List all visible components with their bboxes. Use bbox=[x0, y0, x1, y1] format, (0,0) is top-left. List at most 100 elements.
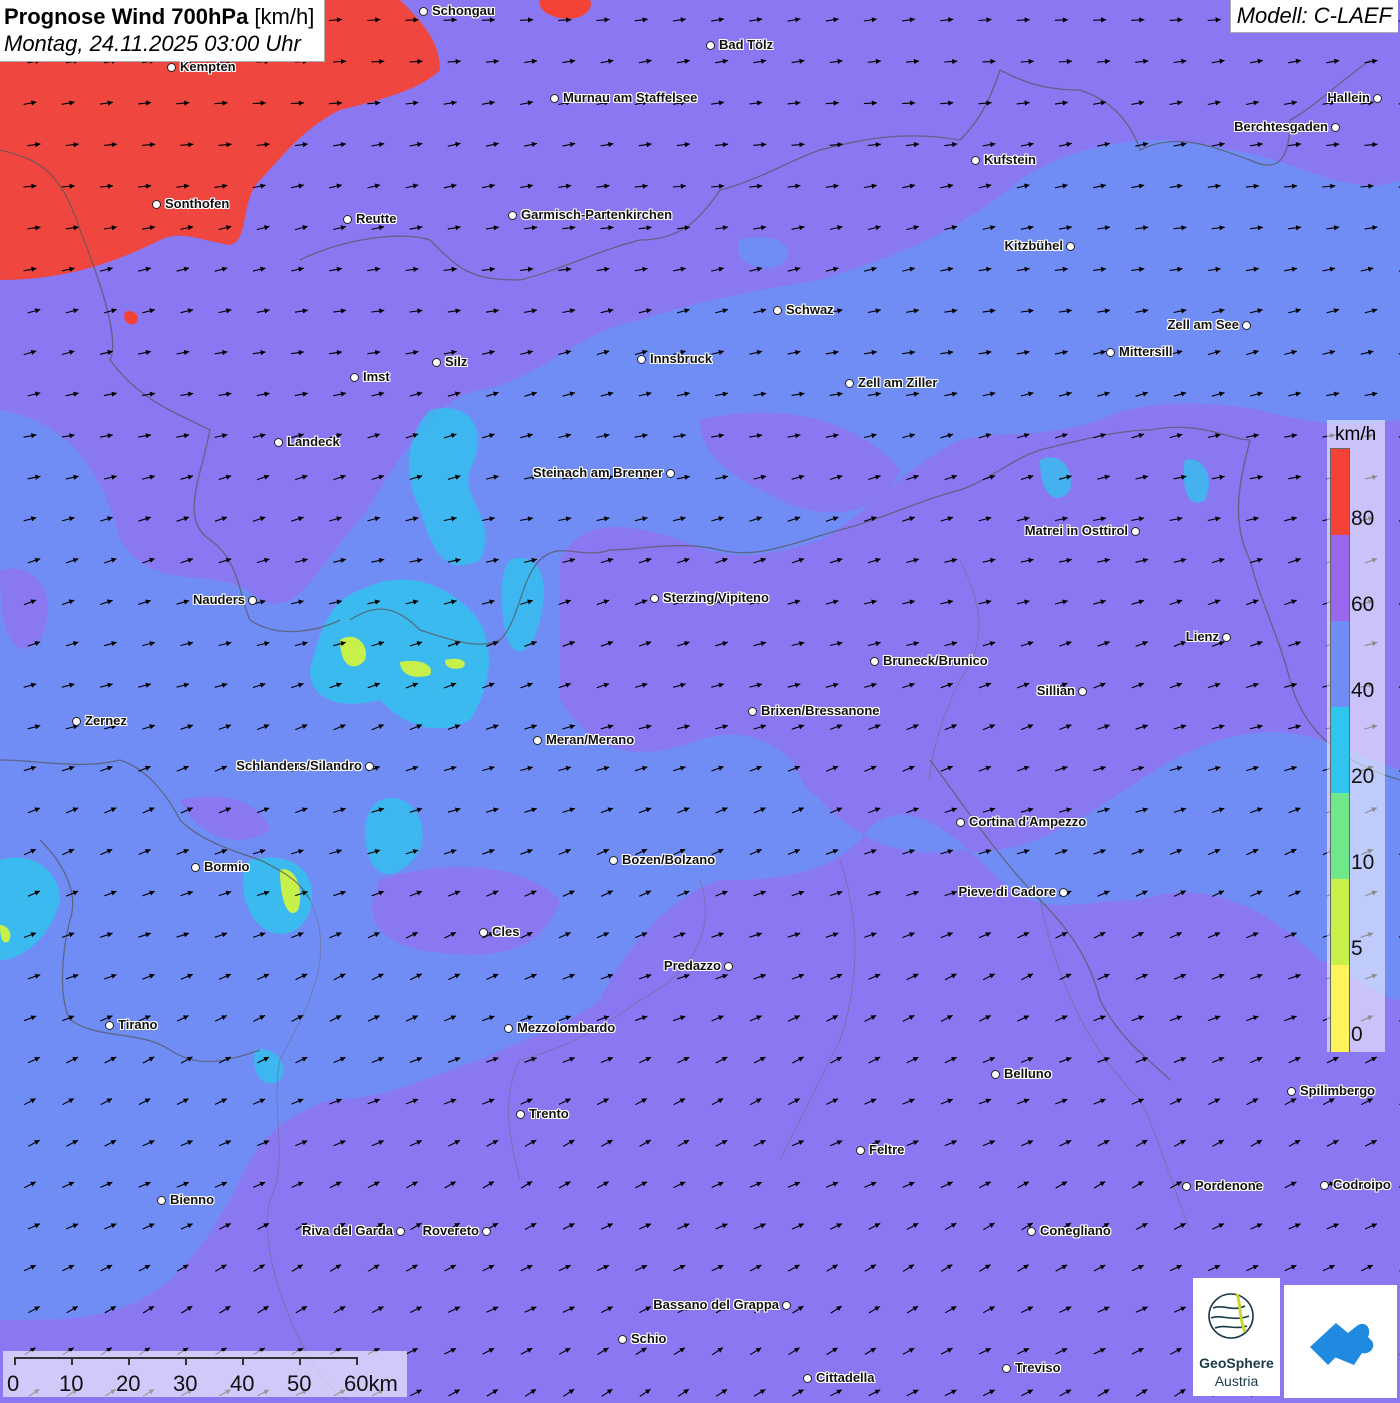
weather-app-logo bbox=[1284, 1285, 1397, 1398]
city-label: Zell am See bbox=[1167, 317, 1239, 332]
city-marker bbox=[248, 596, 257, 605]
city-marker bbox=[167, 63, 176, 72]
legend-colorbar bbox=[1330, 448, 1350, 1052]
city-label: Steinach am Brenner bbox=[533, 465, 663, 480]
city-marker bbox=[432, 358, 441, 367]
city-marker bbox=[706, 41, 715, 50]
city-label: Zernez bbox=[85, 713, 127, 728]
city-marker bbox=[1287, 1087, 1296, 1096]
scale-label: 0 bbox=[7, 1371, 19, 1397]
city-marker bbox=[419, 7, 428, 16]
city-marker bbox=[1059, 888, 1068, 897]
city-label: Pieve di Cadore bbox=[958, 884, 1056, 899]
city-marker bbox=[550, 94, 559, 103]
city-marker bbox=[650, 594, 659, 603]
city-marker bbox=[782, 1301, 791, 1310]
city-marker bbox=[956, 818, 965, 827]
city-label: Kufstein bbox=[984, 152, 1036, 167]
city-marker bbox=[724, 962, 733, 971]
scale-label: 20 bbox=[116, 1371, 140, 1397]
city-marker bbox=[479, 928, 488, 937]
city-label: Schio bbox=[631, 1331, 666, 1346]
city-marker bbox=[1066, 242, 1075, 251]
city-marker bbox=[1078, 687, 1087, 696]
scale-tick bbox=[14, 1357, 16, 1365]
title-box: Prognose Wind 700hPa [km/h] Montag, 24.1… bbox=[0, 0, 325, 62]
city-marker bbox=[516, 1110, 525, 1119]
city-label: Landeck bbox=[287, 434, 340, 449]
city-label: Belluno bbox=[1004, 1066, 1052, 1081]
city-label: Trento bbox=[529, 1106, 569, 1121]
scale-tick bbox=[242, 1357, 244, 1365]
city-marker bbox=[1131, 527, 1140, 536]
city-label: Meran/Merano bbox=[546, 732, 634, 747]
legend-tick-label: 5 bbox=[1351, 937, 1363, 961]
city-label: Schwaz bbox=[786, 302, 834, 317]
city-marker bbox=[72, 717, 81, 726]
legend-color-segment bbox=[1331, 793, 1349, 880]
city-label: Hallein bbox=[1327, 90, 1370, 105]
city-label: Silz bbox=[445, 354, 467, 369]
city-label: Imst bbox=[363, 369, 390, 384]
legend-color-segment bbox=[1331, 707, 1349, 794]
city-marker bbox=[618, 1335, 627, 1344]
city-label: Kitzbühel bbox=[1005, 238, 1064, 253]
legend-unit: km/h bbox=[1335, 424, 1376, 446]
geosphere-austria-logo: GeoSphere Austria bbox=[1193, 1278, 1280, 1396]
city-label: Spilimbergo bbox=[1300, 1083, 1375, 1098]
geosphere-emblem-icon bbox=[1193, 1278, 1280, 1353]
city-label: Murnau am Staffelsee bbox=[563, 90, 697, 105]
city-marker bbox=[1002, 1364, 1011, 1373]
city-label: Feltre bbox=[869, 1142, 904, 1157]
city-label: Cortina d'Ampezzo bbox=[969, 814, 1086, 829]
scale-tick bbox=[128, 1357, 130, 1365]
city-marker bbox=[396, 1227, 405, 1236]
city-marker bbox=[1027, 1227, 1036, 1236]
map-title: Prognose Wind 700hPa [km/h] bbox=[4, 3, 314, 30]
scale-label: 40 bbox=[230, 1371, 254, 1397]
city-label: Nauders bbox=[193, 592, 245, 607]
city-marker bbox=[637, 355, 646, 364]
city-marker bbox=[1182, 1182, 1191, 1191]
legend-color-segment bbox=[1331, 449, 1349, 536]
scale-label: 50 bbox=[287, 1371, 311, 1397]
city-label: Sonthofen bbox=[165, 196, 229, 211]
city-marker bbox=[482, 1227, 491, 1236]
legend-tick-label: 40 bbox=[1351, 679, 1374, 703]
city-label: Cittadella bbox=[816, 1370, 875, 1385]
city-label: Berchtesgaden bbox=[1234, 119, 1328, 134]
city-marker bbox=[870, 657, 879, 666]
legend-color-segment bbox=[1331, 965, 1349, 1052]
city-marker bbox=[533, 736, 542, 745]
city-label: Bozen/Bolzano bbox=[622, 852, 715, 867]
legend-color-segment bbox=[1331, 535, 1349, 622]
scale-label: 30 bbox=[173, 1371, 197, 1397]
legend-tick-label: 20 bbox=[1351, 765, 1374, 789]
city-label: Matrei in Osttirol bbox=[1025, 523, 1128, 538]
scale-tick bbox=[71, 1357, 73, 1365]
forecast-date: Montag, 24.11.2025 03:00 Uhr bbox=[4, 30, 314, 57]
cloud-arrow-icon bbox=[1284, 1285, 1397, 1398]
legend-color-segment bbox=[1331, 879, 1349, 966]
city-marker bbox=[856, 1146, 865, 1155]
city-label: Schlanders/Silandro bbox=[236, 758, 362, 773]
city-label: Brixen/Bressanone bbox=[761, 703, 880, 718]
city-label: Sillian bbox=[1037, 683, 1075, 698]
model-label: Modell: C-LAEF bbox=[1230, 0, 1398, 33]
city-marker bbox=[1331, 123, 1340, 132]
city-label: Pordenone bbox=[1195, 1178, 1263, 1193]
city-marker bbox=[152, 200, 161, 209]
scale-label: 10 bbox=[59, 1371, 83, 1397]
legend-tick-label: 80 bbox=[1351, 507, 1374, 531]
city-label: Kempten bbox=[180, 59, 236, 74]
city-marker bbox=[504, 1024, 513, 1033]
city-label: Riva del Garda bbox=[302, 1223, 393, 1238]
city-label: Schongau bbox=[432, 3, 495, 18]
legend-tick-label: 10 bbox=[1351, 851, 1374, 875]
city-label: Cles bbox=[492, 924, 519, 939]
city-marker bbox=[971, 156, 980, 165]
city-label: Bruneck/Brunico bbox=[883, 653, 988, 668]
scale-bar: 0102030405060km bbox=[3, 1351, 407, 1397]
city-label: Conegliano bbox=[1040, 1223, 1111, 1238]
city-marker bbox=[343, 215, 352, 224]
